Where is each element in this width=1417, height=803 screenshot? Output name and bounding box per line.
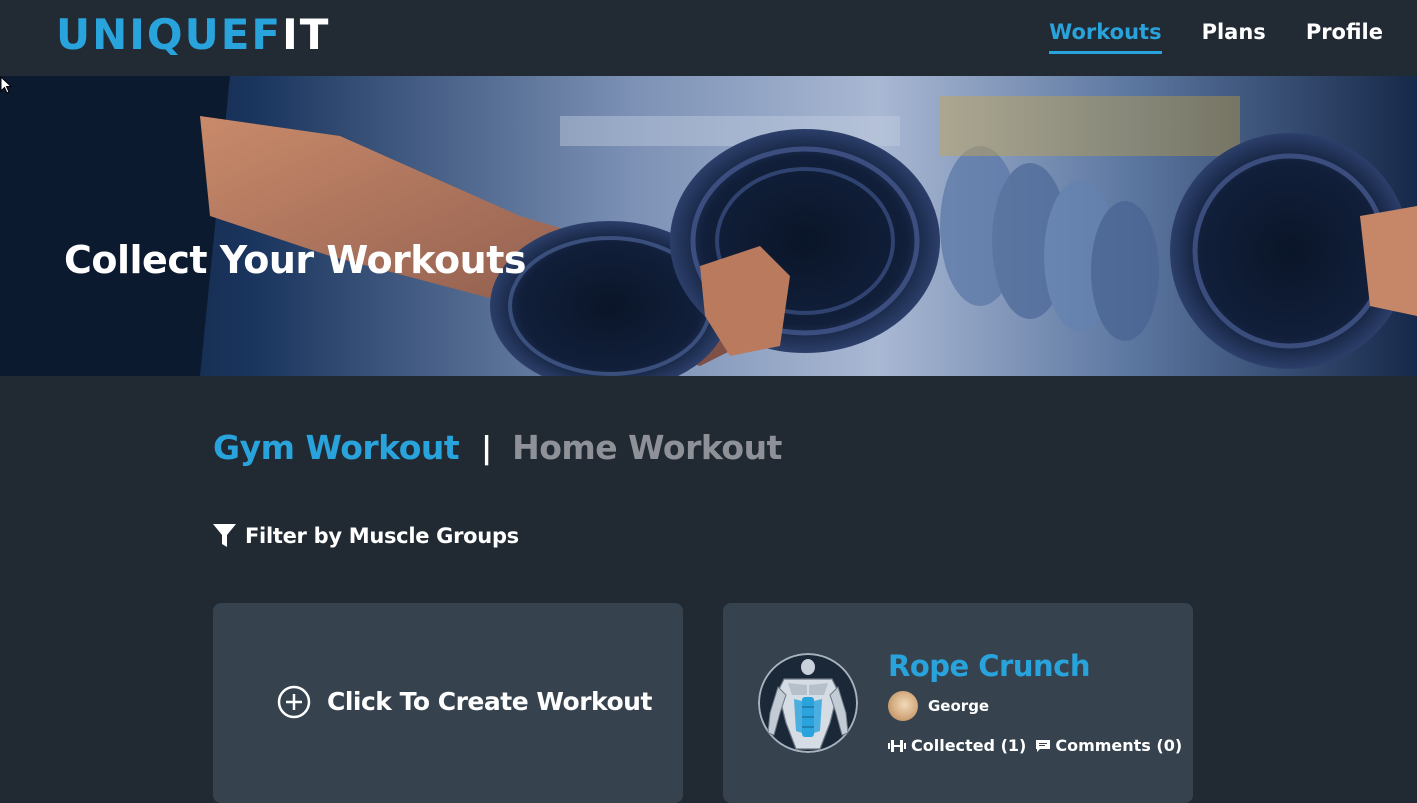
create-workout-label: Click To Create Workout (327, 687, 652, 716)
nav-link-profile[interactable]: Profile (1306, 18, 1383, 54)
comments-button[interactable]: Comments (0) (1036, 735, 1182, 757)
logo[interactable]: UNIQUEF IT (56, 10, 330, 60)
hero-banner: Collect Your Workouts (0, 76, 1417, 376)
tab-home-workout[interactable]: Home Workout (512, 426, 782, 470)
comments-count: Comments (0) (1055, 736, 1183, 755)
workout-stats: Collected (1) Comments (0) (888, 735, 1182, 757)
nav-links: Workouts Plans Profile (1049, 18, 1383, 54)
filter-muscle-groups-button[interactable]: Filter by Muscle Groups (213, 522, 519, 550)
tab-gym-workout[interactable]: Gym Workout (213, 426, 460, 470)
workout-card: Rope Crunch George Collected (1) Comment… (723, 603, 1193, 803)
logo-text-secondary: IT (282, 10, 331, 59)
logo-text-primary: UNIQUEF (56, 10, 283, 59)
hero-dumbbell-image (0, 76, 1417, 376)
filter-icon (213, 524, 236, 547)
tab-separator: | (481, 430, 493, 466)
workout-author: George (888, 691, 989, 721)
hero-title: Collect Your Workouts (64, 238, 527, 282)
dumbbell-icon (888, 740, 906, 752)
collect-button[interactable]: Collected (1) (888, 735, 1026, 757)
navbar: UNIQUEF IT Workouts Plans Profile (0, 0, 1417, 76)
mouse-cursor-icon (0, 76, 12, 94)
create-workout-card[interactable]: Click To Create Workout (213, 603, 683, 803)
comment-icon (1036, 739, 1051, 752)
muscle-body-icon (758, 653, 858, 753)
plus-circle-icon (277, 685, 311, 719)
workout-title[interactable]: Rope Crunch (888, 647, 1091, 685)
avatar[interactable] (888, 691, 918, 721)
create-workout-content: Click To Create Workout (277, 685, 652, 719)
filter-label: Filter by Muscle Groups (245, 524, 519, 548)
workout-thumbnail[interactable] (758, 653, 858, 753)
nav-link-plans[interactable]: Plans (1202, 18, 1266, 54)
author-name[interactable]: George (928, 696, 989, 716)
nav-link-workouts[interactable]: Workouts (1049, 18, 1162, 54)
collected-count: Collected (1) (911, 736, 1027, 755)
workout-type-tabs: Gym Workout | Home Workout (213, 426, 782, 470)
